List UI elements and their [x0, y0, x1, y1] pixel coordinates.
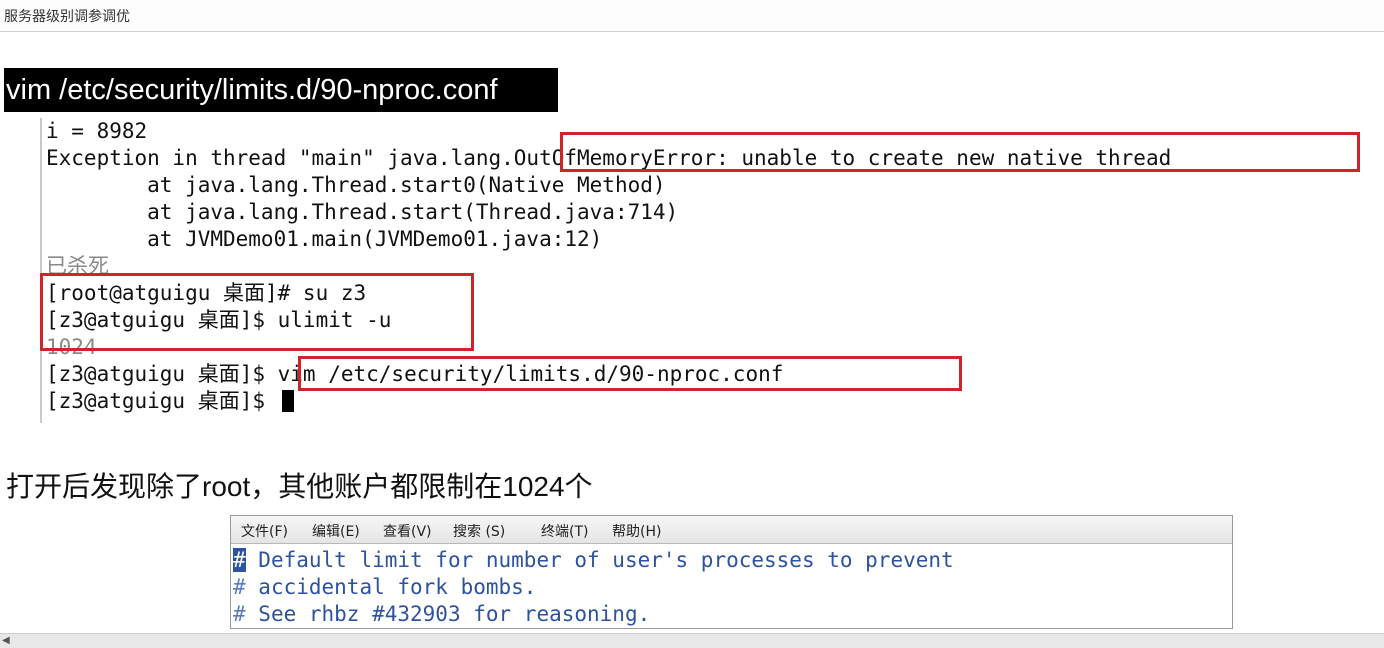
window-title: 服务器级别调参调优	[4, 9, 130, 25]
terminal-prompt: [z3@atguigu 桌面]$	[46, 389, 278, 413]
menu-file[interactable]: 文件(F)	[241, 521, 288, 541]
text-cursor	[281, 390, 294, 412]
terminal-prompt-line[interactable]: [z3@atguigu 桌面]$	[46, 389, 294, 413]
error-highlight-box	[560, 132, 1360, 172]
menu-bar: 文件(F) 编辑(E) 查看(V) 搜索 (S) 终端(T) 帮助(H)	[231, 516, 1232, 544]
menu-search[interactable]: 搜索 (S)	[453, 521, 505, 541]
title-bar: 服务器级别调参调优	[0, 0, 1384, 32]
scroll-left-arrow-icon[interactable]: ◀	[2, 635, 10, 646]
menu-view[interactable]: 查看(V)	[383, 521, 432, 541]
comment-hash: #	[233, 548, 246, 572]
terminal-line: i = 8982	[46, 119, 148, 143]
menu-terminal[interactable]: 终端(T)	[541, 521, 588, 541]
terminal-line: at java.lang.Thread.start(Thread.java:71…	[46, 200, 679, 224]
terminal-line: at JVMDemo01.main(JVMDemo01.java:12)	[46, 227, 603, 251]
menu-edit[interactable]: 编辑(E)	[312, 521, 360, 541]
editor-line: # Default limit for number of user's pro…	[233, 547, 954, 573]
editor-line: # accidental fork bombs.	[233, 574, 536, 600]
comment-hash: #	[233, 602, 246, 626]
horizontal-scrollbar[interactable]: ◀	[0, 633, 1384, 648]
comment-text: See rhbz #432903 for reasoning.	[245, 602, 651, 626]
vim-command-highlight-box	[298, 356, 962, 391]
explanation-note: 打开后发现除了root，其他账户都限制在1024个	[6, 471, 593, 502]
menu-help[interactable]: 帮助(H)	[612, 521, 661, 541]
editor-line: # See rhbz #432903 for reasoning.	[233, 601, 650, 627]
terminal-editor-window: 文件(F) 编辑(E) 查看(V) 搜索 (S) 终端(T) 帮助(H) # D…	[230, 515, 1233, 629]
comment-hash: #	[233, 575, 246, 599]
commands-highlight-box	[40, 273, 474, 351]
command-banner: vim /etc/security/limits.d/90-nproc.conf	[4, 68, 558, 112]
comment-text: accidental fork bombs.	[245, 575, 537, 599]
comment-text: Default limit for number of user's proce…	[245, 548, 954, 572]
terminal-line: at java.lang.Thread.start0(Native Method…	[46, 173, 666, 197]
